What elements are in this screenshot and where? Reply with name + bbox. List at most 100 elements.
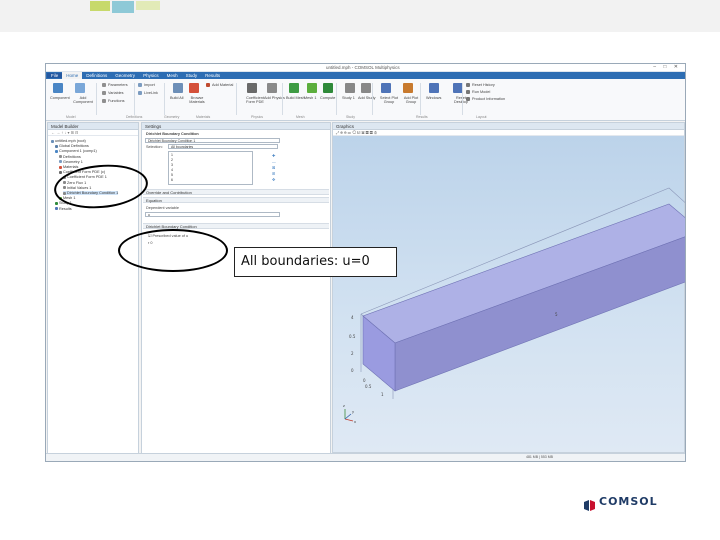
add-plot-group-button[interactable]: Add Plot Group (400, 96, 422, 104)
settings-heading: Dirichlet Boundary Condition (146, 132, 199, 136)
tick-label: 1 (381, 392, 384, 397)
ribbon-group-label: Mesh (296, 115, 305, 119)
ribbon-separator (236, 83, 237, 115)
compute-button[interactable]: Compute (320, 96, 335, 100)
label-field[interactable]: Dirichlet Boundary Condition 1 (145, 138, 280, 143)
results-icon (55, 207, 58, 211)
comsol-wordmark: COMSOL (599, 495, 658, 508)
build-mesh-button[interactable]: Build Mesh (286, 96, 305, 100)
window-buttons[interactable]: – □ ✕ (653, 64, 681, 70)
component-button[interactable]: Component (50, 96, 70, 100)
tab-physics[interactable]: Physics (139, 73, 163, 78)
variables-icon (102, 91, 106, 95)
slide: untitled.mph - COMSOL Multiphysics – □ ✕… (0, 0, 720, 540)
coefficient-form-pde-icon (247, 83, 257, 93)
tick-label: 0.5 (365, 384, 372, 389)
add-material-button[interactable]: Add Material (212, 83, 233, 87)
graphics-panel: Graphics ⤢ ⊕ ⊖ ▭ ⟲ ◱ ▣ ▦ ▤ ⚙ 4 0.5 2 0 0… (332, 122, 685, 453)
tab-file[interactable]: File (47, 73, 63, 78)
globe-icon (55, 144, 58, 148)
add-material-icon (206, 83, 210, 87)
selection-tools[interactable]: ✚ — ⊠ ⊞ ✥ (272, 153, 276, 183)
section-equation[interactable]: Equation (143, 197, 329, 203)
selection-dropdown[interactable]: All boundaries (168, 144, 278, 149)
tab-results[interactable]: Results (201, 73, 224, 78)
ribbon-separator (420, 83, 421, 115)
mesh-1-icon (307, 83, 317, 93)
selection-list-item[interactable]: 6 (171, 178, 173, 183)
browse-materials-button[interactable]: Browse Materials (186, 96, 208, 104)
model-builder-toolbar[interactable]: ← → ↑ ↓ ▾ ⊞ ⊟ (48, 130, 138, 136)
component-icon (53, 83, 63, 93)
geometry-icon (59, 160, 62, 164)
reset-history-button[interactable]: Reset History (472, 83, 495, 87)
status-bar: 481 MB | 553 MB (46, 453, 685, 461)
windows-button[interactable]: Windows (426, 96, 441, 100)
ribbon: Component Add Component Parameters Variable… (46, 79, 685, 121)
axis-label-y: y (352, 410, 354, 414)
study-1-button[interactable]: Study 1 (342, 96, 355, 100)
tree-item[interactable]: Materials (59, 165, 78, 169)
tree-item[interactable]: Geometry 1 (59, 160, 83, 164)
product-information-icon (466, 97, 470, 101)
tick-label: 4 (351, 315, 354, 320)
select-plot-group-icon (381, 83, 391, 93)
axis-label-z: z (343, 404, 345, 408)
tree-item-label: Geometry 1 (63, 159, 83, 164)
tick-label: 0.5 (349, 334, 356, 339)
run-model-button[interactable]: Run Model (472, 90, 490, 94)
tree-item[interactable]: Definitions (59, 155, 81, 159)
build-all-button[interactable]: Build All (170, 96, 184, 100)
study-icon (55, 201, 58, 205)
component-icon (55, 149, 58, 153)
tree-item-label: untitled.mph (root) (55, 139, 86, 143)
product-information-button[interactable]: Product Information (472, 97, 505, 101)
variables-button[interactable]: Variables (108, 91, 124, 95)
import-icon (138, 83, 142, 87)
settings-title: Settings (142, 123, 330, 130)
tree-item-label: Results (59, 206, 72, 211)
tab-geometry[interactable]: Geometry (111, 73, 139, 78)
materials-icon (59, 165, 62, 169)
window-title: untitled.mph - COMSOL Multiphysics (326, 65, 400, 70)
select-plot-group-button[interactable]: Select Plot Group (378, 96, 400, 104)
add-component-button[interactable]: Add Component (72, 96, 94, 104)
ribbon-group-label: Physics (251, 115, 264, 119)
parameters-icon (102, 83, 106, 87)
tab-home[interactable]: Home (62, 72, 83, 79)
tree-item[interactable]: Component 1 (comp1) (55, 149, 97, 153)
import-button[interactable]: Import (144, 83, 155, 87)
tab-mesh[interactable]: Mesh (163, 73, 182, 78)
parameters-button[interactable]: Parameters (108, 83, 128, 87)
ribbon-group-label: Definitions (126, 115, 143, 119)
comsol-brand: COMSOL (584, 495, 658, 511)
memory-status: 481 MB | 553 MB (526, 455, 553, 459)
tab-study[interactable]: Study (182, 73, 202, 78)
highlight-ellipse-settings (118, 229, 228, 272)
boundary-callout: All boundaries: u=0 (234, 247, 397, 277)
mesh-1-button[interactable]: Mesh 1 (304, 96, 316, 100)
livelink-button[interactable]: LiveLink (144, 91, 158, 95)
section-override[interactable]: Override and Contribution (143, 189, 329, 195)
graphics-canvas[interactable]: 10 4 0.5 2 0 0.5 1 5 0 (333, 136, 685, 452)
functions-button[interactable]: Functions (108, 99, 124, 103)
comsol-logo-icon (584, 496, 595, 511)
tree-item[interactable]: Results (55, 207, 72, 211)
tree-item-label: Global Definitions (59, 144, 89, 149)
compute-icon (323, 83, 333, 93)
tab-definitions[interactable]: Definitions (82, 73, 111, 78)
graphics-title: Graphics (333, 123, 684, 130)
tree-item[interactable]: untitled.mph (root) (51, 139, 86, 143)
add-component-icon (75, 83, 85, 93)
ribbon-separator (164, 83, 165, 115)
coefficient-form-pde-button[interactable]: Coefficient Form PDE (244, 96, 266, 104)
selection-list[interactable]: 123456 (168, 151, 253, 185)
tree-item[interactable]: Global Definitions (55, 144, 89, 148)
windows-icon (429, 83, 439, 93)
ribbon-separator (134, 83, 135, 115)
dependent-field[interactable]: u (145, 212, 280, 217)
tick-label: 0 (351, 368, 354, 373)
ribbon-separator (96, 83, 97, 115)
decorative-logo-strip (90, 0, 160, 14)
tree-item-label: Definitions (63, 154, 81, 159)
